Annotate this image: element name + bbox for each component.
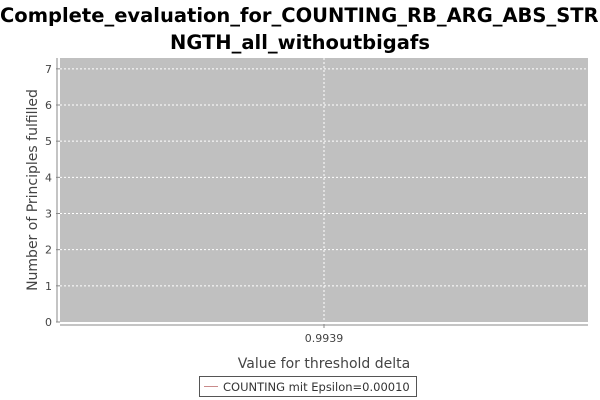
y-axis-label: Number of Principles fulfilled (25, 89, 41, 291)
chart-svg: 0 1 2 3 4 5 6 7 0.9939 Value for threshold delta… (25, 58, 588, 372)
legend: COUNTING mit Epsilon=0.00010 (199, 376, 417, 397)
y-tick-label: 6 (45, 99, 52, 112)
y-tick-label: 4 (45, 171, 52, 184)
y-tick-label: 0 (45, 316, 52, 329)
legend-label: COUNTING mit Epsilon=0.00010 (223, 379, 410, 394)
y-tick-label: 2 (45, 244, 52, 257)
y-tick-label: 1 (45, 280, 52, 293)
y-tick-label: 7 (45, 63, 52, 76)
legend-swatch (204, 386, 218, 387)
y-tick-label: 3 (45, 208, 52, 221)
y-tick-label: 5 (45, 135, 52, 148)
x-axis-label: Value for threshold delta (238, 356, 410, 372)
x-tick-label: 0.9939 (305, 332, 344, 345)
